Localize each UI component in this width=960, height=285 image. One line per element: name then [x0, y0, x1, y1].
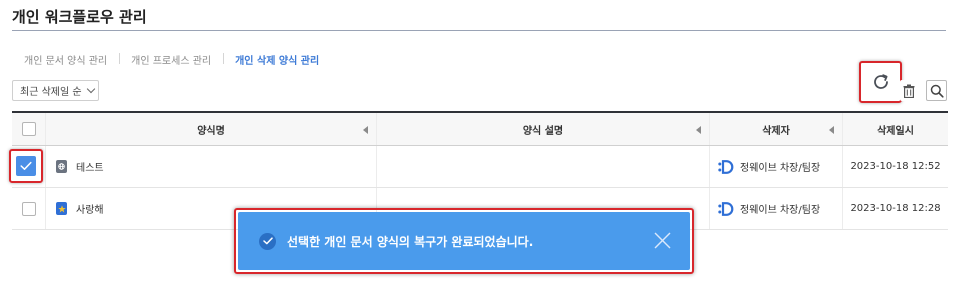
- form-name: 사랑해: [76, 205, 104, 216]
- deleted-by-name: 정웨이브 차장/팀장: [740, 163, 821, 174]
- refresh-highlight: [859, 61, 902, 103]
- chevron-down-icon: [86, 84, 95, 94]
- title-divider: [12, 30, 946, 31]
- deleted-by-cell: 정웨이브 차장/팀장: [710, 188, 843, 229]
- column-header-label: 양식 설명: [522, 125, 564, 137]
- user-logo-icon: [718, 159, 734, 174]
- row-checkbox-cell: [12, 188, 46, 229]
- column-header-form-name[interactable]: 양식명: [46, 113, 377, 145]
- page-title: 개인 워크플로우 관리: [12, 8, 147, 26]
- table-header-row: 양식명 양식 설명 삭제자 삭제일시: [12, 113, 948, 146]
- search-button[interactable]: [926, 80, 947, 101]
- checkbox-highlight: [9, 149, 43, 183]
- column-header-label: 삭제자: [762, 125, 790, 137]
- form-name-cell[interactable]: 테스트: [46, 146, 377, 187]
- deleted-at: 2023-10-18 12:28: [850, 203, 941, 214]
- tab-bar: 개인 문서 양식 관리 개인 프로세스 관리 개인 삭제 양식 관리: [12, 52, 331, 67]
- star-doc-icon: [56, 202, 67, 215]
- deleted-at-cell: 2023-10-18 12:52: [843, 146, 948, 187]
- search-icon: [930, 84, 944, 98]
- deleted-at: 2023-10-18 12:52: [850, 161, 941, 172]
- globe-doc-icon: [56, 160, 67, 173]
- column-header-label: 양식명: [197, 125, 225, 137]
- sort-dropdown-value: 최근 삭제일 순: [20, 87, 82, 98]
- column-header-form-description[interactable]: 양식 설명: [377, 113, 710, 145]
- delete-button[interactable]: [900, 80, 918, 101]
- user-logo-icon: [718, 201, 734, 216]
- sort-arrow-icon[interactable]: [363, 126, 368, 134]
- header-checkbox-cell: [12, 113, 46, 145]
- table-row[interactable]: 테스트 정웨이브 차장/팀장 2023-10-18 12:52: [12, 146, 948, 188]
- sort-arrow-icon[interactable]: [696, 126, 701, 134]
- trash-icon: [903, 84, 915, 98]
- deleted-at-cell: 2023-10-18 12:28: [843, 188, 948, 229]
- column-header-deleted-by[interactable]: 삭제자: [710, 113, 843, 145]
- column-header-label: 삭제일시: [877, 125, 914, 137]
- select-all-checkbox[interactable]: [21, 122, 36, 136]
- toast-highlight: [234, 208, 694, 274]
- form-description-cell: [377, 146, 710, 187]
- form-name: 테스트: [76, 163, 104, 174]
- sort-arrow-icon[interactable]: [829, 126, 834, 134]
- deleted-by-name: 정웨이브 차장/팀장: [740, 205, 821, 216]
- deleted-by-cell: 정웨이브 차장/팀장: [710, 146, 843, 187]
- row-checkbox[interactable]: [21, 201, 36, 216]
- sort-dropdown[interactable]: 최근 삭제일 순: [12, 80, 99, 101]
- tab-personal-deleted-forms[interactable]: 개인 삭제 양식 관리: [223, 52, 331, 67]
- tab-personal-doc-forms[interactable]: 개인 문서 양식 관리: [12, 52, 119, 67]
- tab-personal-processes[interactable]: 개인 프로세스 관리: [119, 52, 223, 67]
- column-header-deleted-at[interactable]: 삭제일시: [843, 113, 948, 145]
